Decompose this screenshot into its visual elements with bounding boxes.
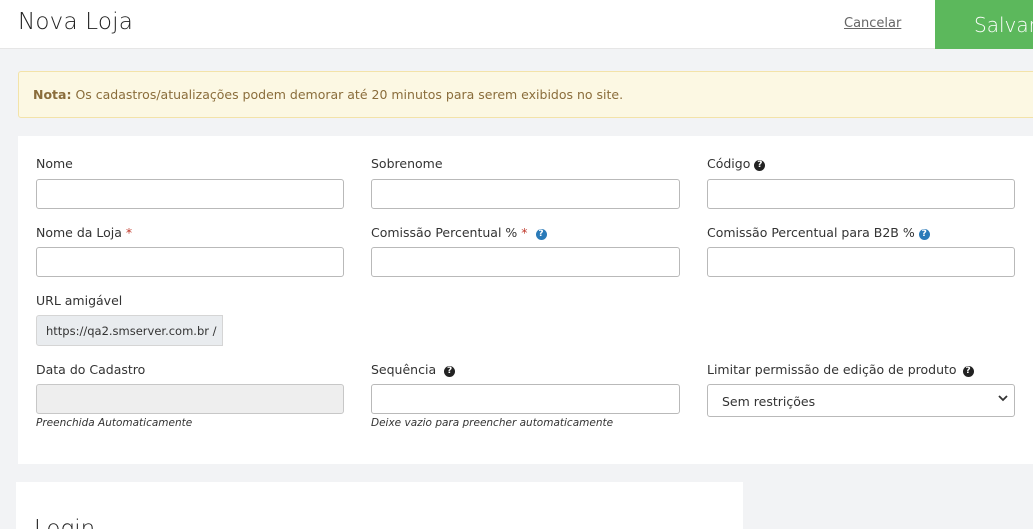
question-circle-blue-icon[interactable]: ? <box>918 229 930 240</box>
notice-bold: Nota: <box>33 87 72 102</box>
top-bar: Nova Loja Cancelar Salvar <box>0 0 1033 49</box>
comissao-input[interactable] <box>371 247 680 277</box>
comissao-label: Comissão Percentual % *? <box>371 225 547 240</box>
question-circle-icon[interactable]: ? <box>444 366 456 377</box>
question-circle-icon[interactable]: ? <box>962 366 974 377</box>
save-button[interactable]: Salvar <box>935 0 1033 49</box>
codigo-label: Código? <box>707 156 766 171</box>
question-circle-blue-icon[interactable]: ? <box>535 229 547 240</box>
data-cadastro-hint: Preenchida Automaticamente <box>36 417 193 429</box>
data-cadastro-label: Data do Cadastro <box>36 362 146 377</box>
question-circle-icon[interactable]: ? <box>754 160 766 171</box>
limitar-label: Limitar permissão de edição de produto? <box>707 362 974 377</box>
nome-loja-label: Nome da Loja * <box>36 225 133 240</box>
notice-text: Os cadastros/atualizações podem demorar … <box>71 87 624 102</box>
limitar-selected-value: Sem restrições <box>722 394 816 409</box>
comissao-b2b-input[interactable] <box>707 247 1015 277</box>
sequencia-input[interactable] <box>371 384 680 414</box>
login-card: Login <box>16 482 743 529</box>
page-title: Nova Loja <box>18 9 134 35</box>
cancel-link[interactable]: Cancelar <box>844 16 901 31</box>
notice-banner: Nota: Os cadastros/atualizações podem de… <box>18 71 1033 118</box>
nome-loja-input[interactable] <box>36 247 344 277</box>
login-title: Login <box>34 516 96 529</box>
sobrenome-input[interactable] <box>371 179 680 209</box>
required-mark: * <box>521 225 528 240</box>
store-form-card: Nome Sobrenome Código? Nome da Loja * Co… <box>18 136 1033 464</box>
comissao-b2b-label: Comissão Percentual para B2B %? <box>707 225 930 240</box>
limitar-select[interactable]: Sem restrições <box>707 384 1015 417</box>
sequencia-hint: Deixe vazio para preencher automaticamen… <box>371 417 614 429</box>
chevron-down-icon <box>998 395 1008 402</box>
url-prefix: https://qa2.smserver.com.br / <box>36 315 223 346</box>
nome-label: Nome <box>36 156 73 171</box>
required-mark: * <box>125 225 133 240</box>
data-cadastro-input <box>36 384 344 414</box>
codigo-input[interactable] <box>707 179 1015 209</box>
nome-input[interactable] <box>36 179 344 209</box>
sobrenome-label: Sobrenome <box>371 156 443 171</box>
sequencia-label: Sequência? <box>371 362 456 377</box>
url-label: URL amigável <box>36 293 123 308</box>
